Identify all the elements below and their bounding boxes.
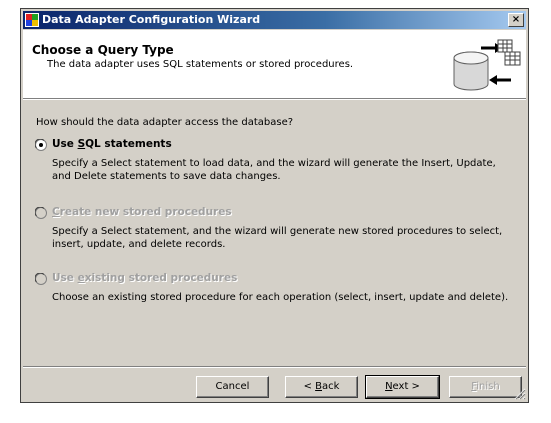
question-label: How should the data adapter access the d… (36, 117, 294, 128)
wizard-app-icon (25, 13, 39, 27)
database-table-icon (453, 39, 521, 91)
footer-divider-highlight (23, 367, 526, 368)
header-divider (23, 99, 526, 100)
finish-button[interactable]: Finish (449, 376, 522, 398)
radio-label-use-existing: Use existing stored procedures (52, 272, 238, 284)
close-icon: × (511, 14, 521, 25)
cancel-button-label: Cancel (215, 381, 250, 392)
resize-grip-icon[interactable] (514, 388, 526, 400)
radio-label-use-sql: Use SQL statements (52, 138, 172, 150)
option-description-use-existing: Choose an existing stored procedure for … (52, 292, 509, 303)
cancel-button[interactable]: Cancel (196, 376, 269, 398)
page-title: Choose a Query Type (32, 43, 174, 57)
close-button[interactable]: × (508, 13, 524, 27)
option-description-create-new: Specify a Select statement, and the wiza… (52, 226, 503, 250)
radio-disabled-icon[interactable] (35, 273, 47, 285)
title-bar[interactable]: Data Adapter Configuration Wizard × (23, 11, 526, 29)
back-button[interactable]: < Back (285, 376, 358, 398)
page-subtitle: The data adapter uses SQL statements or … (47, 59, 354, 70)
option-description-use-sql: Specify a Select statement to load data,… (52, 158, 496, 182)
back-button-label: < Back (303, 381, 340, 392)
radio-label-create-new: Create new stored procedures (52, 206, 232, 218)
header-panel: Choose a Query Type The data adapter use… (23, 30, 526, 99)
radio-disabled-icon[interactable] (35, 207, 47, 219)
wizard-dialog: Data Adapter Configuration Wizard × Choo… (20, 8, 529, 403)
next-button[interactable]: Next > (365, 375, 440, 399)
radio-selected-icon[interactable] (35, 139, 47, 151)
next-button-label: Next > (385, 381, 420, 392)
finish-button-label: Finish (471, 381, 500, 392)
window-title: Data Adapter Configuration Wizard (42, 13, 261, 26)
